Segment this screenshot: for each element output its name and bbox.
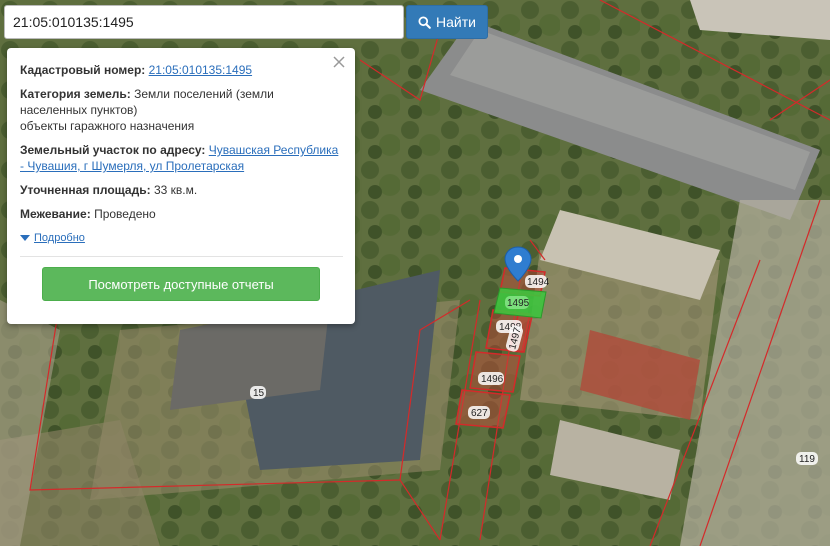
cadastral-number-row: Кадастровый номер: 21:05:010135:1495	[20, 62, 343, 78]
address-label: Земельный участок по адресу:	[20, 143, 206, 157]
cadastral-number-label: Кадастровый номер:	[20, 63, 146, 77]
survey-row: Межевание: Проведено	[20, 206, 343, 222]
address-link-2[interactable]: - Чувашия, г Шумерля, ул Пролетарская	[20, 159, 244, 173]
land-category-value-3: объекты гаражного назначения	[20, 119, 195, 133]
address-row: Земельный участок по адресу: Чувашская Р…	[20, 142, 343, 174]
parcel-info-popup: Кадастровый номер: 21:05:010135:1495 Кат…	[7, 48, 355, 324]
caret-down-icon	[20, 235, 30, 241]
area-row: Уточненная площадь: 33 кв.м.	[20, 182, 343, 198]
address-link-1[interactable]: Чувашская Республика	[209, 143, 339, 157]
land-category-value-1: Земли поселений (земли	[134, 87, 274, 101]
parcel-label-1496: 1496	[481, 374, 504, 385]
land-category-row: Категория земель: Земли поселений (земли…	[20, 86, 343, 134]
details-toggle[interactable]: Подробно	[20, 232, 343, 244]
search-button[interactable]: Найти	[406, 5, 488, 39]
land-category-value-2: населенных пунктов)	[20, 103, 138, 117]
close-icon[interactable]	[332, 55, 346, 69]
parcel-label-1495: 1495	[507, 298, 530, 309]
search-button-label: Найти	[436, 14, 476, 30]
area-label: Уточненная площадь:	[20, 183, 151, 197]
parcel-label-627: 627	[471, 408, 488, 419]
area-value: 33 кв.м.	[153, 183, 198, 197]
survey-label: Межевание:	[20, 207, 91, 221]
cadastral-number-link[interactable]: 21:05:010135:1495	[149, 63, 252, 77]
land-category-label: Категория земель:	[20, 87, 131, 101]
parcel-label-119: 119	[799, 454, 815, 465]
parcel-label-15: 15	[253, 388, 265, 399]
divider	[20, 256, 343, 257]
search-bar	[4, 5, 404, 39]
search-input[interactable]	[4, 5, 404, 39]
parcel-label-1494: 1494	[527, 277, 550, 288]
search-icon	[418, 15, 431, 29]
view-reports-button[interactable]: Посмотреть доступные отчеты	[42, 267, 320, 301]
details-link[interactable]: Подробно	[34, 232, 85, 244]
survey-value: Проведено	[94, 207, 156, 221]
